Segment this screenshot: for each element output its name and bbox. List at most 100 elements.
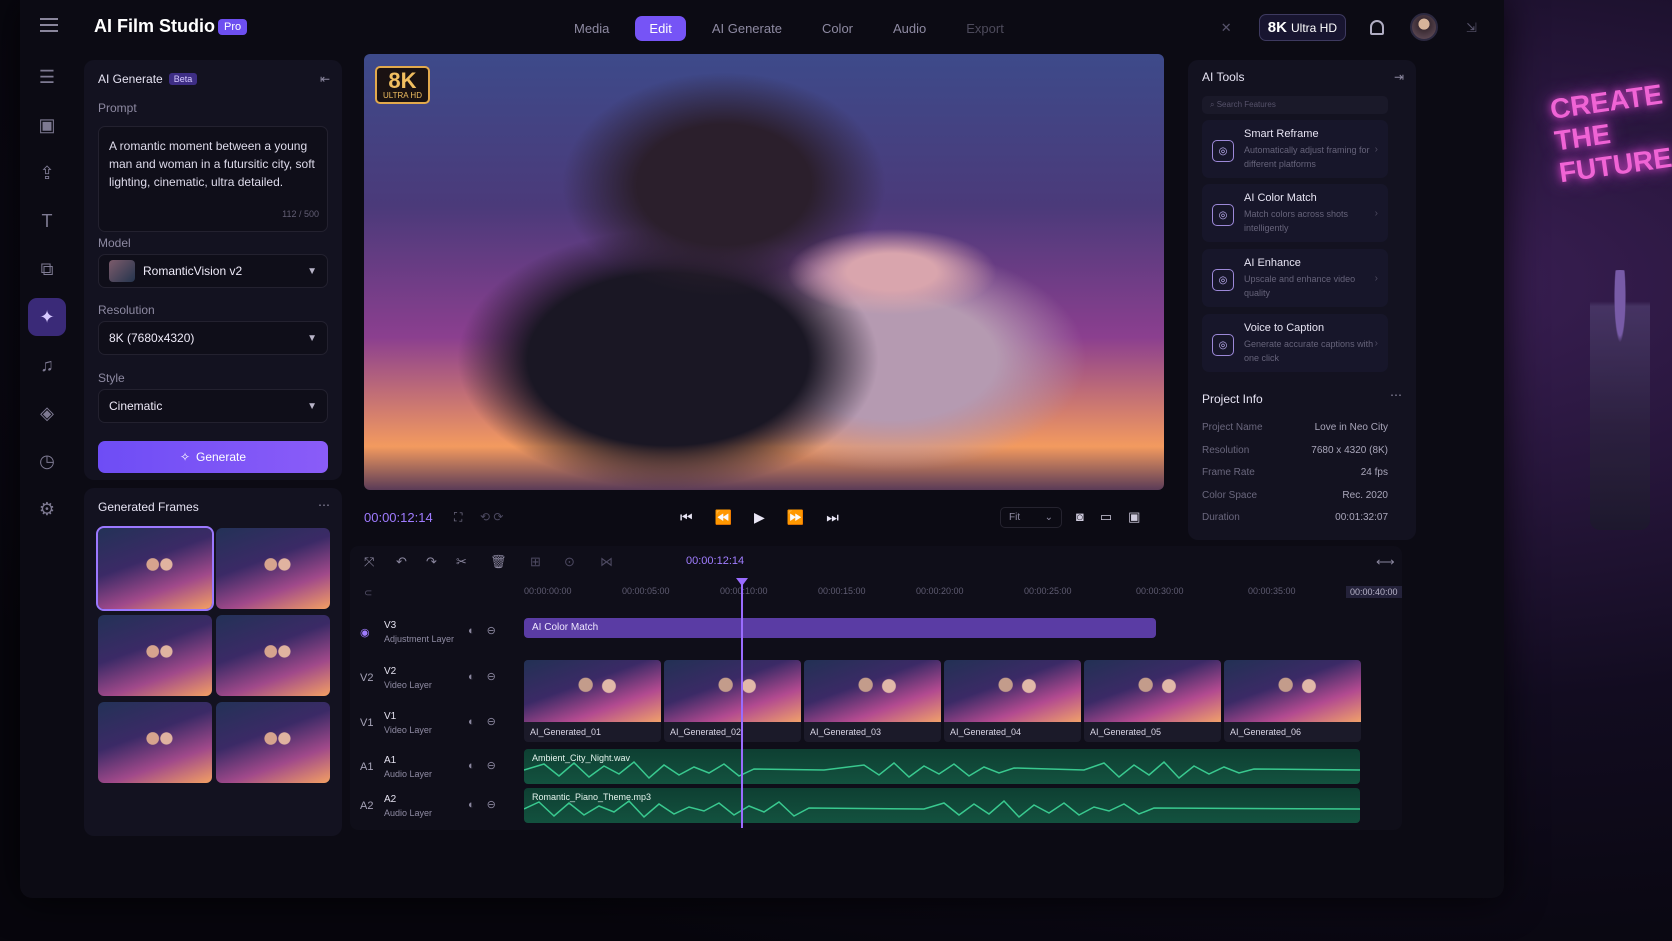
prompt-input[interactable]: A romantic moment between a young man an… [98, 126, 328, 232]
snapshot-icon[interactable]: ▣ [1128, 509, 1140, 525]
audio-clip[interactable]: Romantic_Piano_Theme.mp3 [524, 788, 1360, 823]
tab-edit[interactable]: Edit [635, 16, 686, 41]
resolution-select[interactable]: 8K (7680x4320) ▼ [98, 321, 328, 355]
track-v2[interactable]: V2 V2 Video Layer ◐⊖ [350, 658, 524, 698]
fullscreen-icon[interactable]: ⛶ [454, 510, 462, 525]
media-icon[interactable]: ▣ [28, 106, 66, 144]
search-placeholder: Search Features [1216, 100, 1276, 109]
collapse-icon[interactable]: ✕ [1221, 20, 1235, 35]
skip-end-icon[interactable]: ⏭ [826, 509, 839, 526]
collapse-icon[interactable]: ⇥ [1394, 70, 1404, 84]
skip-start-icon[interactable]: ⏮ [680, 509, 693, 526]
track-a1[interactable]: A1 A1 Audio Layer ◐⊖ [350, 747, 524, 787]
undo-icon[interactable]: ↶ [396, 554, 407, 570]
tool-ai-color-match[interactable]: ◎ AI Color Match Match colors across shots… [1202, 184, 1388, 242]
select-tool-icon[interactable]: ⤧ [364, 554, 374, 570]
track-controls[interactable]: ◐⊖ [468, 670, 508, 683]
music-icon[interactable]: ♫ [28, 346, 66, 384]
safe-area-icon[interactable]: ▭ [1100, 509, 1112, 525]
step-back-icon[interactable]: ⏪ [715, 509, 732, 526]
char-count: 112 / 500 [282, 209, 319, 219]
tab-color[interactable]: Color [808, 16, 867, 41]
track-controls[interactable]: ◐⊖ [468, 715, 508, 728]
audio-clip[interactable]: Ambient_City_Night.wav [524, 749, 1360, 784]
frame-thumbnail[interactable] [96, 526, 214, 611]
clip-thumbnail [664, 660, 801, 722]
preview-viewer[interactable]: 8K ULTRA HD [364, 54, 1164, 490]
list-icon[interactable]: ☰ [28, 58, 66, 96]
settings-icon[interactable]: ⚙ [28, 490, 66, 528]
frame-thumbnail[interactable] [216, 702, 330, 783]
snap-icon[interactable]: ⊂ [364, 588, 372, 599]
loop-icon[interactable]: ⟲ ⟳ [480, 510, 503, 524]
clip-thumbnail [1224, 660, 1361, 722]
ruler-tick: 00:00:10:00 [720, 586, 768, 596]
generate-button[interactable]: ✧ Generate [98, 441, 328, 473]
track-controls[interactable]: ◐⊖ [468, 624, 508, 637]
expand-icon[interactable]: ⟷ [1376, 554, 1395, 570]
ruler-tick: 00:00:25:00 [1024, 586, 1072, 596]
track-controls[interactable]: ◐⊖ [468, 759, 508, 772]
video-clip[interactable]: AI_Generated_04 [944, 660, 1081, 742]
tool-voice-to-caption[interactable]: ◎ Voice to Caption Generate accurate capti… [1202, 314, 1388, 372]
tab-ai-generate[interactable]: AI Generate [698, 16, 796, 41]
track-name: A1 [384, 755, 397, 766]
more-icon[interactable]: ⋯ [318, 498, 330, 512]
track-name: V2 [384, 666, 397, 677]
play-icon[interactable]: ▶ [754, 509, 765, 526]
tab-audio[interactable]: Audio [879, 16, 940, 41]
bell-icon[interactable] [1370, 19, 1384, 35]
reframe-icon: ◎ [1212, 140, 1234, 162]
tab-media[interactable]: Media [560, 16, 623, 41]
search-input[interactable]: ⌕ Search Features [1202, 96, 1388, 114]
marker-icon[interactable]: ⋈ [600, 554, 613, 570]
ruler-tick: 00:00:00:00 [524, 586, 572, 596]
quality-badge[interactable]: 8K Ultra HD [1258, 13, 1346, 41]
split-icon[interactable]: ⊞ [530, 554, 541, 570]
video-clip[interactable]: AI_Generated_06 [1224, 660, 1361, 742]
step-forward-icon[interactable]: ⏩ [787, 509, 804, 526]
quality-big: 8K [1267, 18, 1287, 36]
link-icon[interactable]: ⊙ [564, 554, 575, 570]
delete-icon[interactable]: 🗑 [490, 554, 507, 570]
speed-icon[interactable]: ◷ [28, 442, 66, 480]
import-icon[interactable]: ⇪ [28, 154, 66, 192]
effects-icon[interactable]: ◈ [28, 394, 66, 432]
video-clip[interactable]: AI_Generated_03 [804, 660, 941, 742]
fit-select[interactable]: Fit ⌄ [1000, 506, 1062, 528]
playhead[interactable] [736, 578, 748, 828]
avatar[interactable] [1410, 13, 1438, 41]
video-clip[interactable]: AI_Generated_01 [524, 660, 661, 742]
clip-thumbnail [1084, 660, 1221, 722]
frame-thumbnail[interactable] [216, 528, 330, 609]
ai-sparkle-icon[interactable]: ✦ [28, 298, 66, 336]
track-a2[interactable]: A2 A2 Audio Layer ◐⊖ [350, 786, 524, 826]
adjustment-clip[interactable]: AI Color Match [524, 618, 1156, 638]
frame-thumbnail[interactable] [216, 615, 330, 696]
tool-smart-reframe[interactable]: ◎ Smart Reframe Automatically adjust frami… [1202, 120, 1388, 178]
more-icon[interactable]: ⋯ [1390, 388, 1402, 402]
track-v1[interactable]: V1 V1 Video Layer ◐⊖ [350, 703, 524, 743]
main-tabs: Media Edit AI Generate Color Audio Expor… [560, 16, 1030, 41]
frame-thumbnail[interactable] [98, 702, 212, 783]
chevron-down-icon: ▼ [307, 400, 317, 412]
tab-export[interactable]: Export [952, 16, 1018, 41]
top-right-controls: ✕ 8K Ultra HD ⇲ [1221, 13, 1504, 41]
track-controls[interactable]: ◐⊖ [468, 798, 508, 811]
transition-icon[interactable]: ⧉ [28, 250, 66, 288]
video-clip[interactable]: AI_Generated_02 [664, 660, 801, 742]
text-icon[interactable]: T [28, 202, 66, 240]
style-select[interactable]: Cinematic ▼ [98, 389, 328, 423]
prompt-label: Prompt [98, 101, 137, 115]
video-clip[interactable]: AI_Generated_05 [1084, 660, 1221, 742]
model-select[interactable]: RomanticVision v2 ▼ [98, 254, 328, 288]
cut-icon[interactable]: ✂ [456, 554, 467, 570]
track-v3[interactable]: ◉ V3 Adjustment Layer ◐⊖ [350, 612, 524, 652]
tool-ai-enhance[interactable]: ◎ AI Enhance Upscale and enhance video qua… [1202, 249, 1388, 307]
window-icon[interactable]: ⇲ [1466, 20, 1480, 35]
camera-icon[interactable]: ◙ [1076, 509, 1084, 525]
collapse-panel-icon[interactable]: ⇤ [320, 72, 330, 86]
frame-thumbnail[interactable] [98, 615, 212, 696]
redo-icon[interactable]: ↷ [426, 554, 437, 570]
menu-icon[interactable] [40, 18, 58, 32]
